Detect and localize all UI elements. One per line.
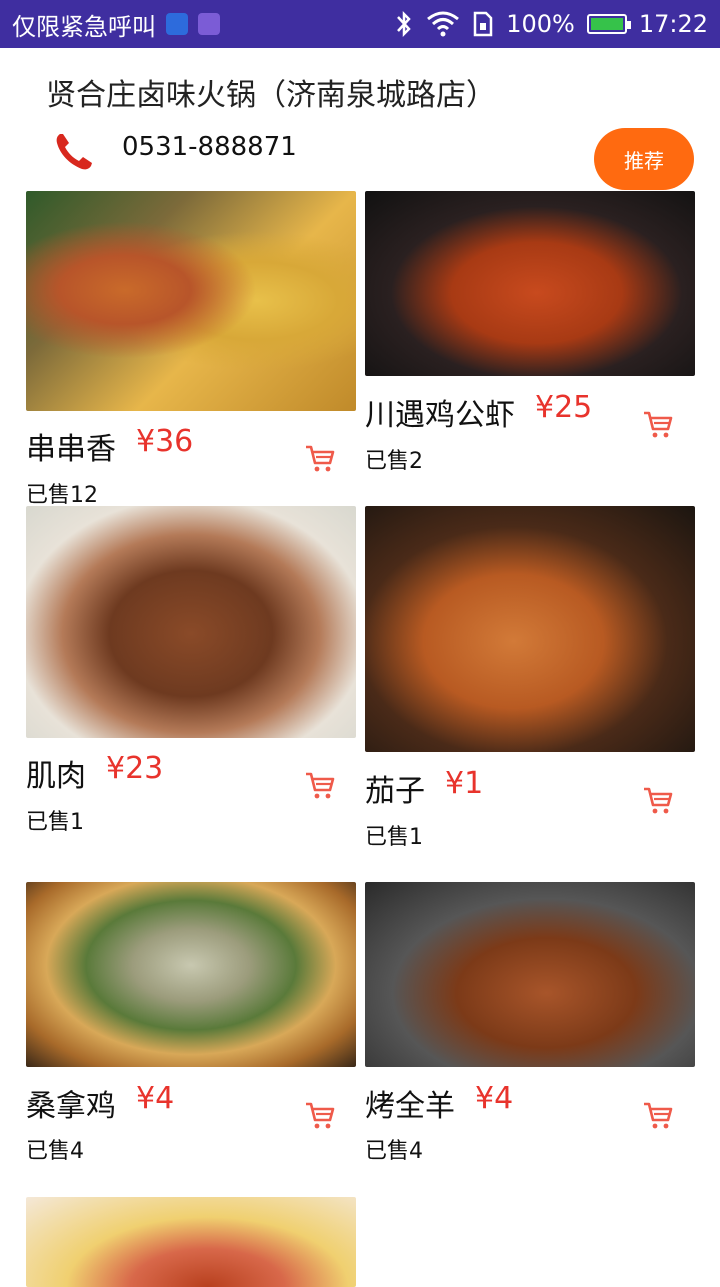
status-bar: 仅限紧急呼叫 100% 17:22 bbox=[0, 0, 720, 48]
cart-icon[interactable] bbox=[304, 1099, 336, 1131]
product-card[interactable]: 串串香 ¥36 已售12 bbox=[26, 191, 356, 508]
bluetooth-icon bbox=[397, 10, 411, 38]
product-sold-count: 已售1 bbox=[26, 810, 84, 835]
cart-icon[interactable] bbox=[642, 408, 674, 440]
wifi-icon bbox=[427, 11, 460, 37]
store-name: 贤合庄卤味火锅（济南泉城路店） bbox=[46, 78, 496, 113]
cart-icon[interactable] bbox=[642, 1099, 674, 1131]
product-price: ¥25 bbox=[535, 390, 593, 425]
product-card[interactable]: 烤全羊 ¥4 已售4 bbox=[365, 882, 695, 1164]
product-name: 茄子 bbox=[365, 774, 425, 809]
product-photo[interactable] bbox=[365, 882, 695, 1067]
product-price: ¥23 bbox=[106, 751, 164, 786]
product-sold-count: 已售2 bbox=[365, 449, 423, 474]
product-card[interactable]: 茄子 ¥1 已售1 bbox=[365, 506, 695, 850]
product-sold-count: 已售1 bbox=[365, 825, 423, 850]
product-name: 烤全羊 bbox=[365, 1089, 455, 1124]
product-price: ¥4 bbox=[136, 1081, 175, 1116]
image-icon bbox=[198, 13, 220, 35]
product-sold-count: 已售4 bbox=[365, 1139, 423, 1164]
product-sold-count: 已售12 bbox=[26, 483, 98, 508]
phone-number[interactable]: 0531-888871 bbox=[122, 132, 297, 162]
product-photo[interactable] bbox=[26, 191, 356, 411]
product-name: 桑拿鸡 bbox=[26, 1089, 116, 1124]
product-photo[interactable] bbox=[26, 882, 356, 1067]
battery-icon bbox=[586, 14, 631, 34]
product-name: 川遇鸡公虾 bbox=[365, 398, 515, 433]
product-sold-count: 已售4 bbox=[26, 1139, 84, 1164]
usb-icon bbox=[166, 13, 188, 35]
battery-percent: 100% bbox=[506, 10, 575, 38]
phone-icon[interactable] bbox=[52, 130, 96, 174]
cart-icon[interactable] bbox=[304, 769, 336, 801]
product-card[interactable]: 肌肉 ¥23 已售1 bbox=[26, 506, 356, 835]
carrier-text: 仅限紧急呼叫 bbox=[12, 12, 156, 41]
clock: 17:22 bbox=[638, 10, 708, 38]
product-photo[interactable] bbox=[365, 506, 695, 752]
product-card[interactable]: 桑拿鸡 ¥4 已售4 bbox=[26, 882, 356, 1164]
sim-icon bbox=[473, 11, 493, 37]
store-header: 贤合庄卤味火锅（济南泉城路店） 推荐 bbox=[0, 48, 720, 190]
product-price: ¥4 bbox=[475, 1081, 514, 1116]
product-name: 肌肉 bbox=[26, 759, 86, 794]
product-photo[interactable] bbox=[26, 506, 356, 738]
product-card[interactable] bbox=[26, 1197, 356, 1287]
product-card[interactable]: 川遇鸡公虾 ¥25 已售2 bbox=[365, 191, 695, 474]
product-price: ¥1 bbox=[445, 766, 484, 801]
product-photo[interactable] bbox=[365, 191, 695, 376]
recommend-button[interactable]: 推荐 bbox=[594, 128, 694, 190]
product-photo[interactable] bbox=[26, 1197, 356, 1287]
product-price: ¥36 bbox=[136, 424, 194, 459]
product-name: 串串香 bbox=[26, 432, 116, 467]
cart-icon[interactable] bbox=[642, 784, 674, 816]
cart-icon[interactable] bbox=[304, 442, 336, 474]
